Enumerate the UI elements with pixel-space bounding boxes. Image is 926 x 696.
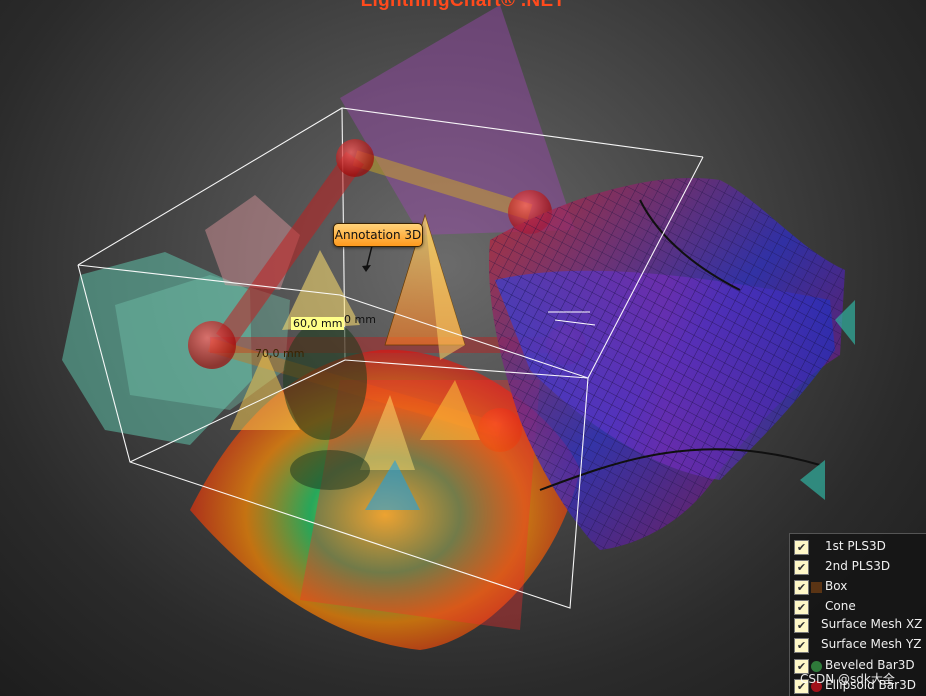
annotation-arrowhead bbox=[362, 265, 371, 272]
legend-checkbox[interactable]: ✔ bbox=[794, 638, 809, 653]
annotation-3d-label[interactable]: Annotation 3D bbox=[333, 223, 423, 247]
watermark-text: CSDN @sdk大全 bbox=[800, 672, 895, 686]
dimension-label-70mm: 70,0 mm bbox=[255, 347, 305, 360]
legend-swatch-box bbox=[811, 582, 822, 593]
legend-item-surface-mesh-yz[interactable]: ✔ Surface Mesh YZ bbox=[790, 636, 926, 654]
legend-checkbox[interactable]: ✔ bbox=[794, 580, 809, 595]
legend-item-2nd-pls3d[interactable]: ✔ 2nd PLS3D bbox=[790, 558, 926, 576]
dimension-label-tail: 0 mm bbox=[344, 313, 376, 326]
chart-title: LightningChart® .NET bbox=[360, 0, 566, 11]
legend-item-cone[interactable]: ✔ Cone bbox=[790, 598, 926, 616]
legend-label: 2nd PLS3D bbox=[825, 559, 891, 573]
legend-label: Cone bbox=[825, 599, 856, 613]
cylinder-dark bbox=[283, 320, 367, 440]
cone-teal-right-b bbox=[800, 460, 825, 500]
legend-label: Surface Mesh YZ bbox=[821, 637, 922, 651]
3d-scene[interactable] bbox=[0, 0, 926, 696]
legend-item-surface-mesh-xz[interactable]: ✔ Surface Mesh XZ bbox=[790, 616, 926, 634]
cylinder-base bbox=[290, 450, 370, 490]
legend-label: Surface Mesh XZ bbox=[821, 617, 923, 631]
legend-label: Box bbox=[825, 579, 848, 593]
legend-label: 1st PLS3D bbox=[825, 539, 886, 553]
chart-viewport[interactable]: LightningChart® .NET Annotation 3D 60,0 … bbox=[0, 0, 926, 696]
dimension-label-60mm: 60,0 mm bbox=[291, 317, 345, 330]
legend-checkbox[interactable]: ✔ bbox=[794, 618, 809, 633]
legend-checkbox[interactable]: ✔ bbox=[794, 540, 809, 555]
legend-checkbox[interactable]: ✔ bbox=[794, 600, 809, 615]
legend-item-box[interactable]: ✔ Box bbox=[790, 578, 926, 596]
legend-checkbox[interactable]: ✔ bbox=[794, 560, 809, 575]
legend-item-1st-pls3d[interactable]: ✔ 1st PLS3D bbox=[790, 538, 926, 556]
